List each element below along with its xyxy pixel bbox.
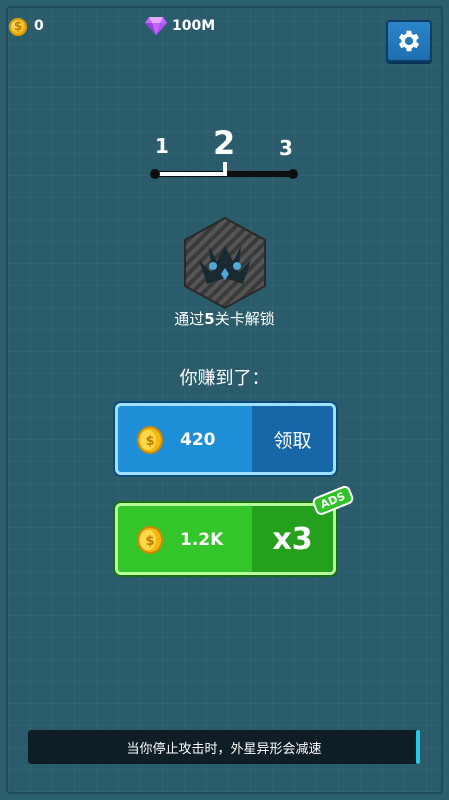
- ads-multiplier-area: x3: [252, 506, 333, 572]
- gear-icon: [398, 30, 420, 52]
- tip-edge-right: [416, 730, 420, 764]
- gem-count: 100M: [172, 18, 216, 34]
- svg-text:$: $: [145, 434, 154, 449]
- ads-amount: 1.2K: [180, 530, 224, 550]
- unlock-text-post: 关卡解锁: [214, 310, 275, 328]
- unlock-level-count: 5: [204, 310, 215, 328]
- svg-text:$: $: [145, 534, 154, 549]
- settings-button[interactable]: [386, 20, 432, 62]
- track-end-dot: [288, 169, 298, 179]
- coin-icon: $: [137, 526, 163, 554]
- gem-icon: [145, 17, 167, 35]
- claim-reward-button[interactable]: $ 420 领取: [115, 403, 336, 475]
- locked-alien-ship-icon: [184, 216, 266, 310]
- level-progress-fill: [156, 172, 224, 176]
- ads-multiplier: x3: [272, 521, 313, 557]
- coin-icon: $: [137, 426, 163, 454]
- claim-label-area: 领取: [252, 406, 333, 472]
- claim-label: 领取: [273, 429, 312, 452]
- track-start-dot: [150, 169, 160, 179]
- unlock-text-pre: 通过: [174, 310, 205, 328]
- gameplay-tip: 当你停止攻击时，外星异形会减速: [28, 730, 420, 764]
- claim-amount: 420: [180, 430, 216, 450]
- coin-count: 0: [34, 18, 44, 34]
- ads-amount-area: $ 1.2K: [118, 506, 253, 572]
- level-next: 3: [279, 136, 293, 160]
- earned-label: 你赚到了：: [179, 368, 270, 389]
- unlock-requirement: 通过5关卡解锁: [0, 308, 449, 329]
- claim-amount-area: $ 420: [118, 406, 253, 472]
- level-current: 2: [213, 124, 236, 162]
- current-level-marker: [223, 162, 227, 176]
- level-prev: 1: [155, 134, 169, 158]
- ads-triple-reward-button[interactable]: $ 1.2K x3: [115, 503, 336, 575]
- coin-icon: [9, 18, 27, 36]
